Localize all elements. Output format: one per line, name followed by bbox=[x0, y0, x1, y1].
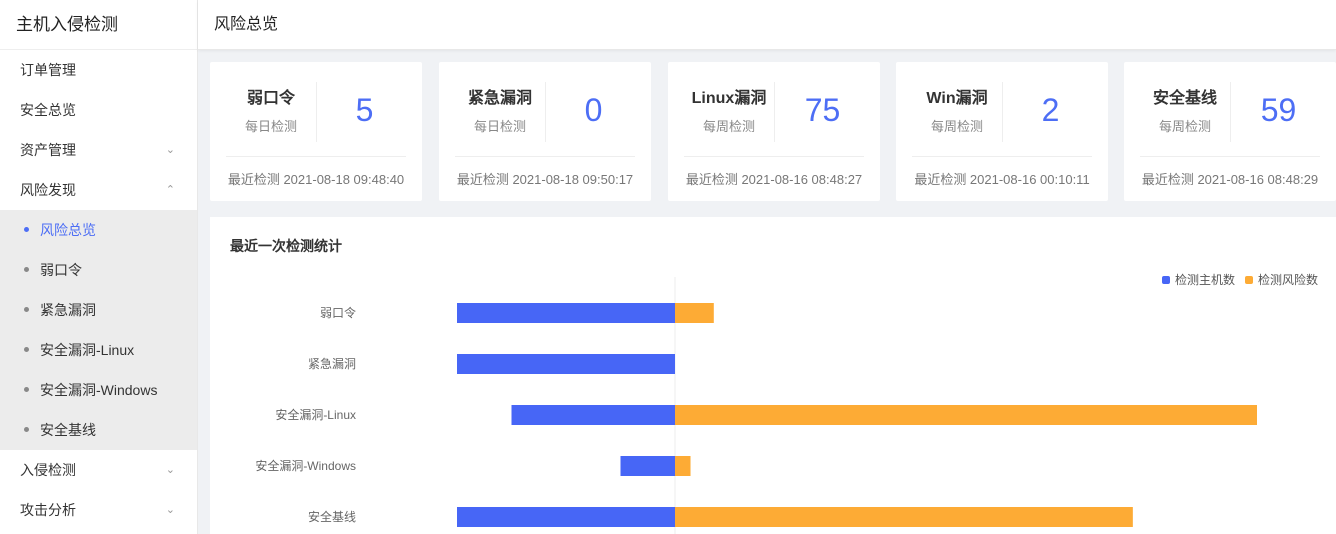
sidebar: 主机入侵检测 订单管理 安全总览 资产管理 ⌄ 风险发现 ⌃ 风险总览 弱口令 紧急… bbox=[0, 0, 198, 534]
y-axis-label: 安全漏洞-Windows bbox=[255, 458, 356, 473]
bullet-icon bbox=[24, 427, 29, 432]
page-header: 风险总览 bbox=[198, 0, 1336, 50]
chart-legend: 检测主机数 检测风险数 bbox=[1161, 271, 1318, 288]
sidebar-item-intrusion-detection[interactable]: 入侵检测 ⌄ bbox=[0, 450, 197, 490]
sidebar-item-label: 订单管理 bbox=[20, 62, 76, 78]
divider bbox=[684, 156, 864, 157]
bar-risks[interactable] bbox=[675, 405, 1257, 425]
bar-hosts[interactable] bbox=[620, 456, 676, 476]
legend-item-risks[interactable]: 检测风险数 bbox=[1244, 271, 1318, 288]
legend-swatch bbox=[1244, 275, 1253, 284]
card-value: 59 bbox=[1260, 92, 1297, 128]
app-title: 主机入侵检测 bbox=[0, 0, 197, 50]
chevron-down-icon: ⌄ bbox=[165, 144, 175, 156]
sidebar-item-label: 安全漏洞-Linux bbox=[40, 342, 135, 358]
legend-swatch bbox=[1161, 275, 1170, 284]
sidebar-subitem-weak-password[interactable]: 弱口令 bbox=[0, 250, 197, 290]
y-axis-label: 安全基线 bbox=[308, 509, 356, 524]
chevron-down-icon: ⌄ bbox=[165, 504, 175, 516]
card-title: 安全基线 bbox=[1152, 90, 1217, 107]
bar-hosts[interactable] bbox=[457, 303, 675, 323]
bullet-icon bbox=[24, 267, 29, 272]
chevron-up-icon: ⌃ bbox=[165, 184, 175, 196]
bar-hosts[interactable] bbox=[457, 507, 675, 527]
card-title: Win漏洞 bbox=[926, 90, 988, 107]
card-last-check: 最近检测 2021-08-18 09:48:40 bbox=[227, 172, 405, 187]
detection-stats-panel: 弱口令紧急漏洞安全漏洞-Linux 安全漏洞-Windows 安全基线 最近一次检测… bbox=[210, 217, 1336, 534]
chevron-down-icon: ⌄ bbox=[165, 464, 175, 476]
card-value: 5 bbox=[355, 92, 374, 128]
bar-risks[interactable] bbox=[675, 456, 691, 476]
bullet-icon bbox=[24, 347, 29, 352]
bar-risks[interactable] bbox=[675, 303, 714, 323]
card-last-check: 最近检测 2021-08-16 00:10:11 bbox=[914, 172, 1090, 187]
stat-card-linux-vuln[interactable]: Linux漏洞 每周检测 75 最近检测 2021-08-16 08:48:27 bbox=[668, 62, 880, 201]
card-value: 2 bbox=[1041, 92, 1060, 128]
y-axis-label: 安全漏洞-Linux bbox=[275, 407, 356, 422]
bar-risks[interactable] bbox=[675, 507, 1133, 527]
card-title: 紧急漏洞 bbox=[467, 90, 532, 107]
sidebar-item-label: 安全总览 bbox=[20, 102, 76, 118]
card-frequency: 每周检测 bbox=[702, 119, 755, 134]
y-axis-label: 弱口令 bbox=[320, 305, 356, 320]
card-last-check: 最近检测 2021-08-16 08:48:29 bbox=[1141, 172, 1319, 187]
stat-card-weak-password[interactable]: 弱口令 每日检测 5 最近检测 2021-08-18 09:48:40 bbox=[210, 62, 422, 201]
card-last-check: 最近检测 2021-08-16 08:48:27 bbox=[685, 172, 863, 187]
bar-hosts[interactable] bbox=[457, 354, 675, 374]
sidebar-item-label: 紧急漏洞 bbox=[40, 302, 96, 318]
sidebar-item-assets[interactable]: 资产管理 ⌄ bbox=[0, 130, 197, 170]
divider bbox=[226, 156, 406, 157]
stat-card-urgent-vuln[interactable]: 紧急漏洞 每日检测 0 最近检测 2021-08-18 09:50:17 bbox=[439, 62, 651, 201]
divider bbox=[1140, 156, 1320, 157]
risk-discovery-submenu: 风险总览 弱口令 紧急漏洞 安全漏洞-Linux 安全漏洞-Windows 安全… bbox=[0, 210, 197, 450]
sidebar-item-attack-analysis[interactable]: 攻击分析 ⌄ bbox=[0, 490, 197, 530]
sidebar-item-label: 安全基线 bbox=[40, 422, 96, 438]
sidebar-item-label: 攻击分析 bbox=[20, 502, 76, 518]
legend-label: 检测主机数 bbox=[1174, 273, 1235, 287]
sidebar-item-label: 风险发现 bbox=[20, 182, 76, 198]
sidebar-subitem-baseline[interactable]: 安全基线 bbox=[0, 410, 197, 450]
page-title: 风险总览 bbox=[214, 16, 279, 33]
bullet-icon bbox=[24, 227, 29, 232]
divider bbox=[912, 156, 1092, 157]
bullet-icon bbox=[24, 307, 29, 312]
legend-item-hosts[interactable]: 检测主机数 bbox=[1161, 271, 1235, 288]
card-title: Linux漏洞 bbox=[691, 90, 767, 107]
stat-card-baseline[interactable]: 安全基线 每周检测 59 最近检测 2021-08-16 08:48:29 bbox=[1124, 62, 1336, 201]
panel-title: 最近一次检测统计 bbox=[230, 238, 342, 254]
y-axis-label: 紧急漏洞 bbox=[308, 356, 356, 371]
card-last-check: 最近检测 2021-08-18 09:50:17 bbox=[456, 172, 634, 187]
sidebar-subitem-urgent-vuln[interactable]: 紧急漏洞 bbox=[0, 290, 197, 330]
bar-hosts[interactable] bbox=[511, 405, 676, 425]
sidebar-item-label: 入侵检测 bbox=[20, 462, 76, 478]
stat-card-win-vuln[interactable]: Win漏洞 每周检测 2 最近检测 2021-08-16 00:10:11 bbox=[896, 62, 1108, 201]
sidebar-item-label: 弱口令 bbox=[40, 262, 82, 278]
card-title: 弱口令 bbox=[246, 90, 295, 107]
sidebar-item-label: 风险总览 bbox=[40, 222, 96, 238]
sidebar-subitem-vuln-windows[interactable]: 安全漏洞-Windows bbox=[0, 370, 197, 410]
card-frequency: 每日检测 bbox=[244, 119, 297, 134]
sidebar-item-risk-discovery[interactable]: 风险发现 ⌃ bbox=[0, 170, 197, 210]
sidebar-item-orders[interactable]: 订单管理 bbox=[0, 50, 197, 90]
card-frequency: 每周检测 bbox=[1158, 119, 1211, 134]
card-value: 75 bbox=[804, 92, 841, 128]
detection-stats-chart: 弱口令紧急漏洞安全漏洞-Linux 安全漏洞-Windows 安全基线 bbox=[255, 277, 1257, 534]
sidebar-item-security-overview[interactable]: 安全总览 bbox=[0, 90, 197, 130]
sidebar-subitem-vuln-linux[interactable]: 安全漏洞-Linux bbox=[0, 330, 197, 370]
sidebar-subitem-risk-overview[interactable]: 风险总览 bbox=[0, 210, 197, 250]
card-value: 0 bbox=[584, 92, 603, 128]
legend-label: 检测风险数 bbox=[1257, 273, 1318, 287]
sidebar-item-label: 安全漏洞-Windows bbox=[40, 382, 158, 398]
card-frequency: 每日检测 bbox=[473, 119, 526, 134]
bullet-icon bbox=[24, 387, 29, 392]
divider bbox=[455, 156, 635, 157]
sidebar-item-label: 资产管理 bbox=[20, 142, 76, 158]
card-frequency: 每周检测 bbox=[930, 119, 983, 134]
